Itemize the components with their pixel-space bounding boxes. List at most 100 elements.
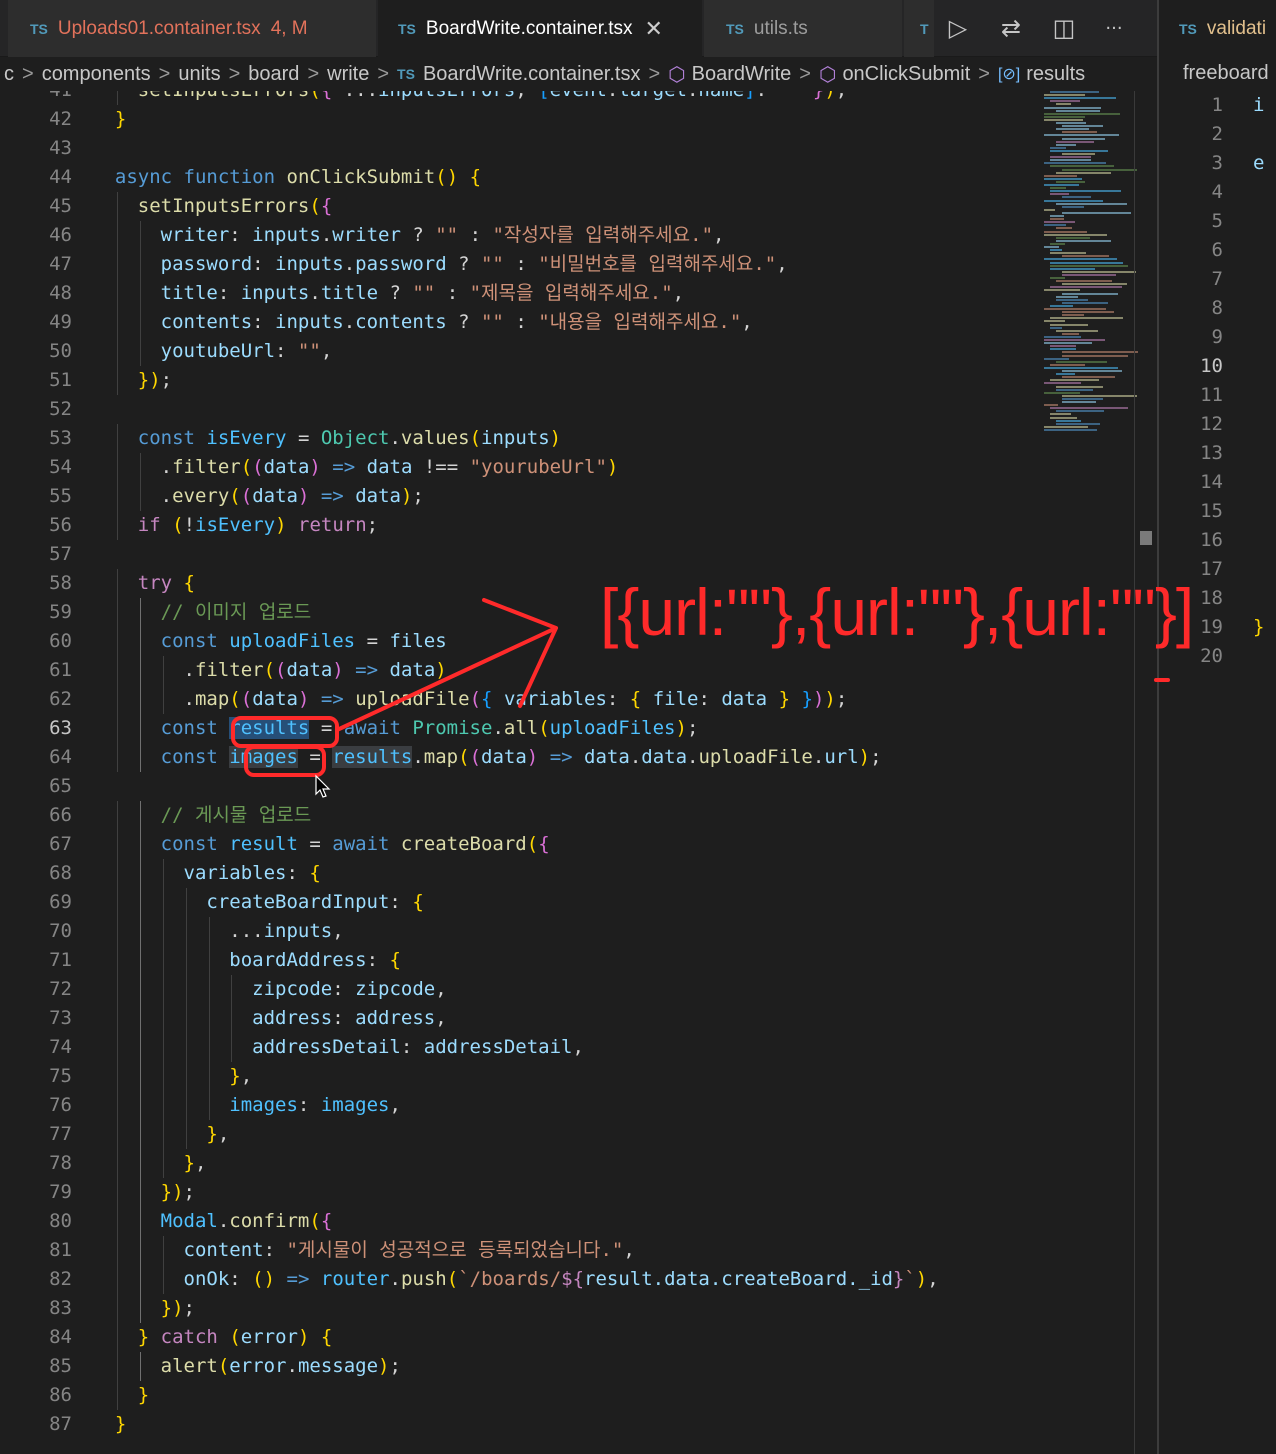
code-line[interactable]: 42 } (0, 105, 1158, 134)
code-text: }, (206, 1123, 230, 1145)
code-line[interactable]: 81 content: "게시물이 성공적으로 등록되었습니다.", (0, 1236, 1158, 1265)
minimap-line (1050, 91, 1100, 93)
code-line[interactable]: 9 (1159, 323, 1276, 352)
code-line[interactable]: 12 (1159, 410, 1276, 439)
code-line[interactable]: 47 password: inputs.password ? "" : "비밀번… (0, 250, 1158, 279)
code-line[interactable]: 67 const result = await createBoard({ (0, 830, 1158, 859)
line-number: 53 (49, 427, 72, 449)
code-line[interactable]: 3e (1159, 149, 1276, 178)
more-actions-icon[interactable]: ··· (1100, 14, 1128, 42)
code-line[interactable]: 64 const images = results.map((data) => … (0, 743, 1158, 772)
code-line[interactable]: 52 (0, 395, 1158, 424)
indent-guide (139, 1120, 141, 1149)
split-editor-icon[interactable]: ◫ (1050, 14, 1078, 42)
code-line[interactable]: 65 (0, 772, 1158, 801)
code-line[interactable]: 53 const isEvery = Object.values(inputs) (0, 424, 1158, 453)
code-line[interactable]: 87 } (0, 1410, 1158, 1439)
code-line[interactable]: 11 (1159, 381, 1276, 410)
code-line[interactable]: 62 .map((data) => uploadFile({ variables… (0, 685, 1158, 714)
compare-changes-icon[interactable]: ⇄ (997, 14, 1025, 42)
code-line[interactable]: 77 }, (0, 1120, 1158, 1149)
code-line[interactable]: 75 }, (0, 1062, 1158, 1091)
code-text: alert(error.message); (160, 1355, 401, 1377)
breadcrumb-item[interactable]: write (327, 63, 369, 86)
code-text: try { (137, 572, 195, 594)
minimap-line (1044, 428, 1098, 431)
tab-validation[interactable]: TS validati (1159, 0, 1276, 57)
minimap[interactable] (1040, 91, 1139, 436)
indent-guide (162, 859, 164, 888)
code-line[interactable]: 15 (1159, 497, 1276, 526)
breadcrumb-item[interactable]: BoardWrite.container.tsx (423, 63, 641, 86)
code-line[interactable]: 54 .filter((data) => data !== "yourubeUr… (0, 453, 1158, 482)
code-line[interactable]: 49 contents: inputs.contents ? "" : "내용을… (0, 308, 1158, 337)
code-text: zipcode: zipcode, (252, 978, 447, 1000)
code-line[interactable]: 71 boardAddress: { (0, 946, 1158, 975)
breadcrumb-item[interactable]: board (248, 63, 299, 86)
indent-guide (116, 917, 118, 946)
breadcrumb-item[interactable]: results (1026, 63, 1085, 86)
minimap-line (1044, 162, 1106, 165)
code-line[interactable]: 76 images: images, (0, 1091, 1158, 1120)
code-line[interactable]: 13 (1159, 439, 1276, 468)
code-line[interactable]: 8 (1159, 294, 1276, 323)
code-line[interactable]: 66 // 게시물 업로드 (0, 801, 1158, 830)
run-icon[interactable]: ▷ (944, 14, 972, 42)
tab-overflow[interactable]: T (904, 0, 934, 57)
code-line[interactable]: 1i (1159, 91, 1276, 120)
code-line[interactable]: 56 if (!isEvery) return; (0, 511, 1158, 540)
tab-boardwrite-container[interactable]: TS BoardWrite.container.tsx ✕ (378, 0, 702, 57)
indent-guide (116, 453, 118, 482)
code-line[interactable]: 48 title: inputs.title ? "" : "제목을 입력해주세… (0, 279, 1158, 308)
code-line[interactable]: 16 (1159, 526, 1276, 555)
minimap-line (1044, 308, 1106, 310)
breadcrumb-item[interactable]: BoardWrite (692, 63, 792, 86)
close-tab-icon[interactable]: ✕ (645, 16, 663, 42)
code-line[interactable]: 51 }); (0, 366, 1158, 395)
code-line[interactable]: 63 const results = await Promise.all(upl… (0, 714, 1158, 743)
code-line[interactable]: 82 onOk: () => router.push(`/boards/${re… (0, 1265, 1158, 1294)
code-line[interactable]: 73 address: address, (0, 1004, 1158, 1033)
code-line[interactable]: 61 .filter((data) => data) (0, 656, 1158, 685)
code-line[interactable]: 5 (1159, 207, 1276, 236)
right-breadcrumb[interactable]: freeboard (1183, 62, 1269, 85)
breadcrumb-item[interactable]: c (4, 63, 14, 86)
code-line[interactable]: 55 .every((data) => data); (0, 482, 1158, 511)
scrollbar-thumb[interactable] (1140, 531, 1152, 545)
code-line[interactable]: 84 } catch (error) { (0, 1323, 1158, 1352)
line-number: 58 (49, 572, 72, 594)
code-line[interactable]: 44 async function onClickSubmit() { (0, 163, 1158, 192)
code-line[interactable]: 50 youtubeUrl: "", (0, 337, 1158, 366)
code-line[interactable]: 85 alert(error.message); (0, 1352, 1158, 1381)
code-line[interactable]: 6 (1159, 236, 1276, 265)
code-line[interactable]: 83 }); (0, 1294, 1158, 1323)
code-text: boardAddress: { (229, 949, 401, 971)
tab-uploads-container[interactable]: TS Uploads01.container.tsx 4, M (8, 0, 376, 57)
code-line[interactable]: 80 Modal.confirm({ (0, 1207, 1158, 1236)
code-line[interactable]: 7 (1159, 265, 1276, 294)
code-line[interactable]: 78 }, (0, 1149, 1158, 1178)
breadcrumb-item[interactable]: units (178, 63, 220, 86)
breadcrumb-item[interactable]: components (42, 63, 151, 86)
code-line[interactable]: 69 createBoardInput: { (0, 888, 1158, 917)
code-line[interactable]: 72 zipcode: zipcode, (0, 975, 1158, 1004)
tab-utils[interactable]: TS utils.ts (704, 0, 902, 57)
indent-guide (116, 656, 118, 685)
code-line[interactable]: 10 (1159, 352, 1276, 381)
code-line[interactable]: 41 setInputsErrors({ ...inputsErrors, [e… (0, 91, 1158, 105)
code-line[interactable]: 43 (0, 134, 1158, 163)
code-line[interactable]: 74 addressDetail: addressDetail, (0, 1033, 1158, 1062)
code-line[interactable]: 86 } (0, 1381, 1158, 1410)
code-line[interactable]: 14 (1159, 468, 1276, 497)
code-line[interactable]: 57 (0, 540, 1158, 569)
code-line[interactable]: 4 (1159, 178, 1276, 207)
right-editor-pane[interactable]: TS validati freeboard 1 i 2 3 e 4 5 6 7 8 9 10 11 12 1… (1159, 0, 1276, 1454)
code-line[interactable]: 70 ...inputs, (0, 917, 1158, 946)
breadcrumb-item[interactable]: onClickSubmit (842, 63, 970, 86)
code-line[interactable]: 68 variables: { (0, 859, 1158, 888)
code-line[interactable]: 79 }); (0, 1178, 1158, 1207)
code-line[interactable]: 45 setInputsErrors({ (0, 192, 1158, 221)
code-line[interactable]: 2 (1159, 120, 1276, 149)
code-line[interactable]: 46 writer: inputs.writer ? "" : "작성자를 입력… (0, 221, 1158, 250)
code-editor[interactable]: 41 setInputsErrors({ ...inputsErrors, [e… (0, 91, 1158, 1454)
